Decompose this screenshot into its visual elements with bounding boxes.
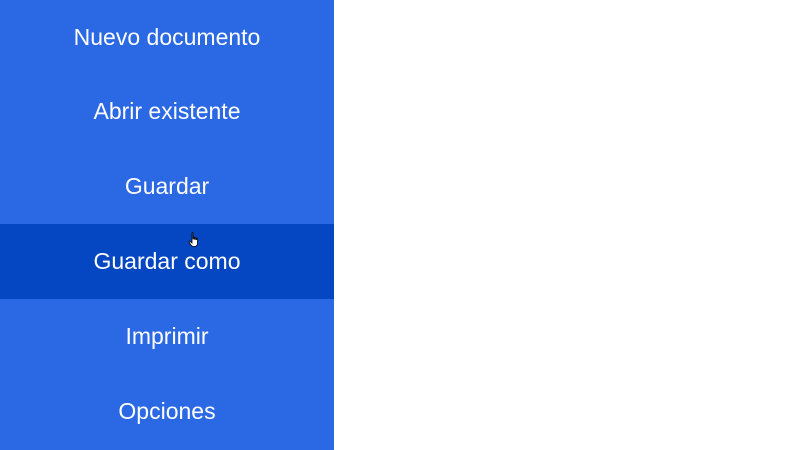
menu-item-label: Imprimir — [125, 323, 209, 349]
menu-item-print[interactable]: Imprimir — [0, 299, 334, 374]
file-menu: Nuevo documento Abrir existente Guardar … — [0, 0, 334, 450]
menu-item-label: Guardar — [124, 173, 210, 199]
menu-item-new-document[interactable]: Nuevo documento — [0, 0, 334, 74]
hand-pointer-icon — [188, 232, 198, 247]
menu-item-save[interactable]: Guardar — [0, 149, 334, 224]
menu-item-open-existing[interactable]: Abrir existente — [0, 74, 334, 149]
menu-item-label: Guardar como — [93, 248, 241, 274]
content-area[interactable] — [334, 0, 800, 450]
app-screen: Nuevo documento Abrir existente Guardar … — [0, 0, 800, 450]
menu-item-save-as[interactable]: Guardar como — [0, 224, 334, 299]
menu-item-label: Opciones — [118, 398, 216, 424]
menu-item-label: Abrir existente — [93, 98, 241, 124]
menu-item-label: Nuevo documento — [73, 24, 261, 50]
menu-item-options[interactable]: Opciones — [0, 374, 334, 449]
